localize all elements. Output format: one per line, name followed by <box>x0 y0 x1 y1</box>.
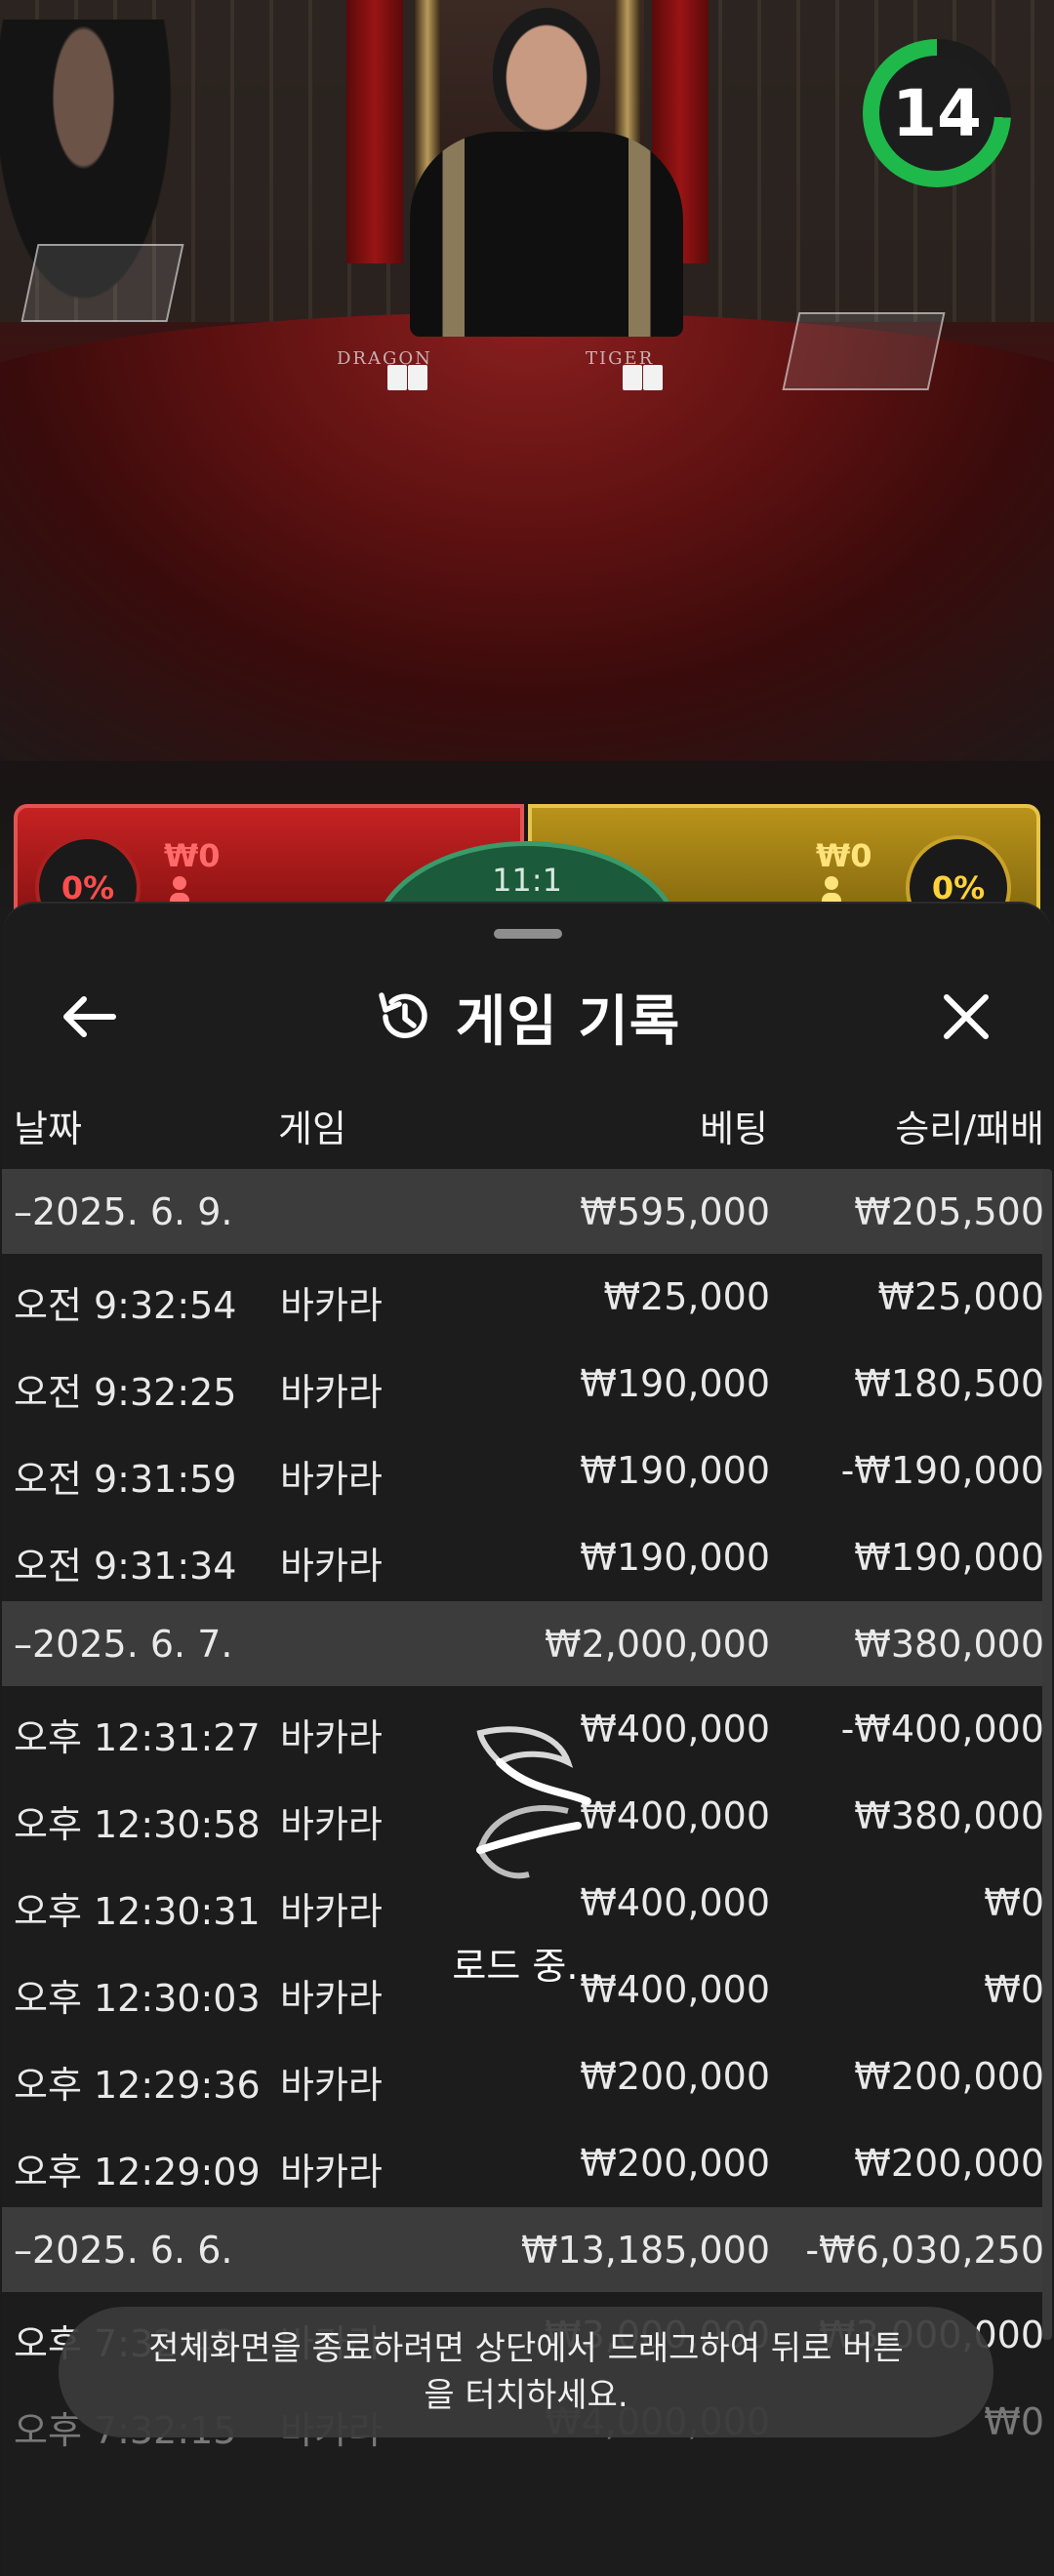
curtain-left <box>346 0 403 263</box>
row-bet: ₩25,000 <box>603 1275 770 1318</box>
row-date: –2025. 6. 6. <box>14 2229 233 2272</box>
dragon-stake: ₩0 <box>164 837 221 874</box>
table-row[interactable]: 오후 12:29:09 바카라 ₩200,000 ₩200,000 <box>2 2120 1044 2207</box>
row-game: 바카라 <box>280 1458 383 1501</box>
countdown-timer: 14 <box>863 39 1011 187</box>
table-row[interactable]: 오전 9:32:25 바카라 ₩190,000 ₩180,500 <box>2 1341 1044 1428</box>
row-bet: ₩595,000 <box>580 1190 770 1233</box>
tiger-card <box>643 365 663 390</box>
tiger-card <box>623 365 642 390</box>
tiger-stake: ₩0 <box>816 837 872 874</box>
dealer-body <box>410 132 683 337</box>
card-shoe-left <box>20 244 184 322</box>
row-bet: ₩190,000 <box>580 1536 770 1579</box>
row-game: 바카라 <box>280 1716 383 1759</box>
row-game: 바카라 <box>280 1890 383 1933</box>
row-result: ₩180,500 <box>854 1362 1044 1405</box>
column-header-date[interactable]: 날짜 <box>14 1099 82 1152</box>
row-bet: ₩13,185,000 <box>520 2229 770 2272</box>
row-date: 오전 9:31:59 <box>14 1458 237 1501</box>
dragon-card <box>408 365 427 390</box>
row-date: –2025. 6. 9. <box>14 1190 233 1233</box>
dragon-card <box>387 365 407 390</box>
row-game: 바카라 <box>280 1284 383 1327</box>
row-result: -₩400,000 <box>840 1708 1044 1751</box>
tie-payout: 11:1 <box>492 862 562 899</box>
row-result: ₩380,000 <box>854 1623 1044 1666</box>
countdown-value: 14 <box>892 75 982 151</box>
row-game: 바카라 <box>280 1803 383 1846</box>
sheet-header: 게임 기록 <box>2 978 1052 1056</box>
row-result: ₩200,000 <box>854 2055 1044 2098</box>
row-result: ₩200,000 <box>854 2142 1044 2185</box>
row-result: -₩6,030,250 <box>805 2229 1044 2272</box>
column-header-game[interactable]: 게임 <box>278 1099 346 1152</box>
page-title: 게임 기록 <box>455 989 681 1054</box>
row-game: 바카라 <box>280 2064 383 2107</box>
close-button[interactable] <box>927 978 1005 1056</box>
column-header-bet[interactable]: 베팅 <box>700 1099 768 1152</box>
row-date: 오후 12:29:09 <box>14 2151 261 2194</box>
row-date: 오후 12:30:58 <box>14 1803 261 1846</box>
row-date: 오전 9:32:25 <box>14 1371 237 1414</box>
live-video-feed: DRAGON TIGER 14 <box>0 0 1054 917</box>
row-bet: ₩190,000 <box>580 1449 770 1492</box>
history-icon <box>378 992 427 1038</box>
back-button[interactable] <box>51 978 129 1056</box>
row-date: –2025. 6. 7. <box>14 1623 233 1666</box>
row-result: ₩190,000 <box>854 1536 1044 1579</box>
row-result: ₩0 <box>984 2400 1044 2443</box>
row-date: 오전 9:32:54 <box>14 1284 237 1327</box>
row-date: 오후 12:29:36 <box>14 2064 261 2107</box>
row-bet: ₩200,000 <box>580 2055 770 2098</box>
date-group-row[interactable]: –2025. 6. 9. ₩595,000 ₩205,500 <box>2 1169 1044 1254</box>
dealer-head <box>493 8 600 135</box>
date-group-row[interactable]: –2025. 6. 7. ₩2,000,000 ₩380,000 <box>2 1601 1044 1686</box>
row-game: 바카라 <box>280 2151 383 2194</box>
column-header-result[interactable]: 승리/패배 <box>895 1099 1044 1152</box>
loading-text: 로드 중... <box>452 1945 602 1988</box>
row-game: 바카라 <box>280 1371 383 1414</box>
row-bet: ₩2,000,000 <box>545 1623 770 1666</box>
row-result: ₩0 <box>984 1881 1044 1924</box>
row-bet: ₩400,000 <box>580 1794 770 1837</box>
row-date: 오후 12:30:31 <box>14 1890 261 1933</box>
card-shoe-right <box>782 312 946 390</box>
row-result: ₩380,000 <box>854 1794 1044 1837</box>
close-icon <box>944 994 989 1039</box>
arrow-left-icon <box>63 996 116 1037</box>
row-result: ₩25,000 <box>877 1275 1044 1318</box>
row-bet: ₩400,000 <box>580 1708 770 1751</box>
table-row[interactable]: 오후 12:29:36 바카라 ₩200,000 ₩200,000 <box>2 2033 1044 2120</box>
row-date: 오후 12:31:27 <box>14 1716 261 1759</box>
row-result: ₩205,500 <box>854 1190 1044 1233</box>
row-date: 오전 9:31:34 <box>14 1545 237 1588</box>
fullscreen-toast: 전체화면을 종료하려면 상단에서 드래그하여 뒤로 버튼을 터치하세요. <box>59 2307 993 2437</box>
table-row[interactable]: 오전 9:32:54 바카라 ₩25,000 ₩25,000 <box>2 1254 1044 1341</box>
drag-handle[interactable] <box>494 929 562 939</box>
row-bet: ₩400,000 <box>580 1881 770 1924</box>
table-row[interactable]: 오전 9:31:59 바카라 ₩190,000 -₩190,000 <box>2 1428 1044 1514</box>
row-bet: ₩190,000 <box>580 1362 770 1405</box>
row-bet: ₩200,000 <box>580 2142 770 2185</box>
table-row[interactable]: 오전 9:31:34 바카라 ₩190,000 ₩190,000 <box>2 1514 1044 1601</box>
date-group-row[interactable]: –2025. 6. 6. ₩13,185,000 -₩6,030,250 <box>2 2207 1044 2292</box>
loading-spinner-icon <box>476 1726 591 1879</box>
scrollbar[interactable] <box>1042 1169 1052 2340</box>
row-result: -₩190,000 <box>840 1449 1044 1492</box>
row-game: 바카라 <box>280 1545 383 1588</box>
